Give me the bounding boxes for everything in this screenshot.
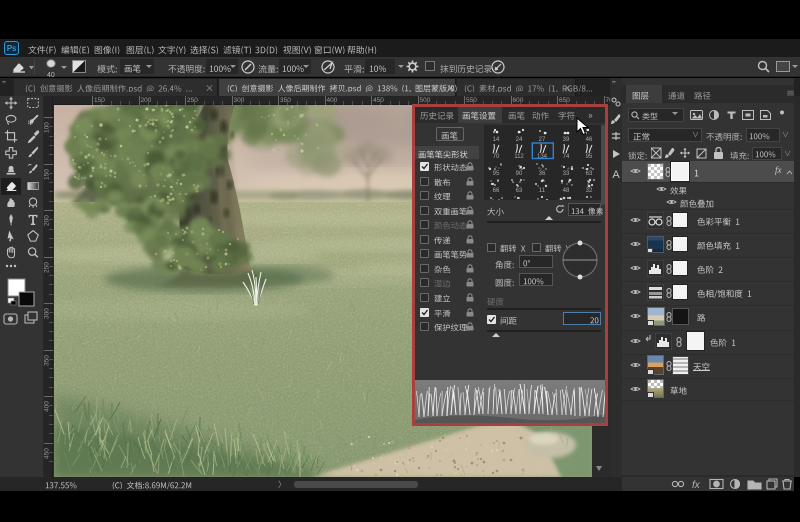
svg-text:A: A [612,169,620,181]
svg-text:fx: fx [692,480,701,490]
